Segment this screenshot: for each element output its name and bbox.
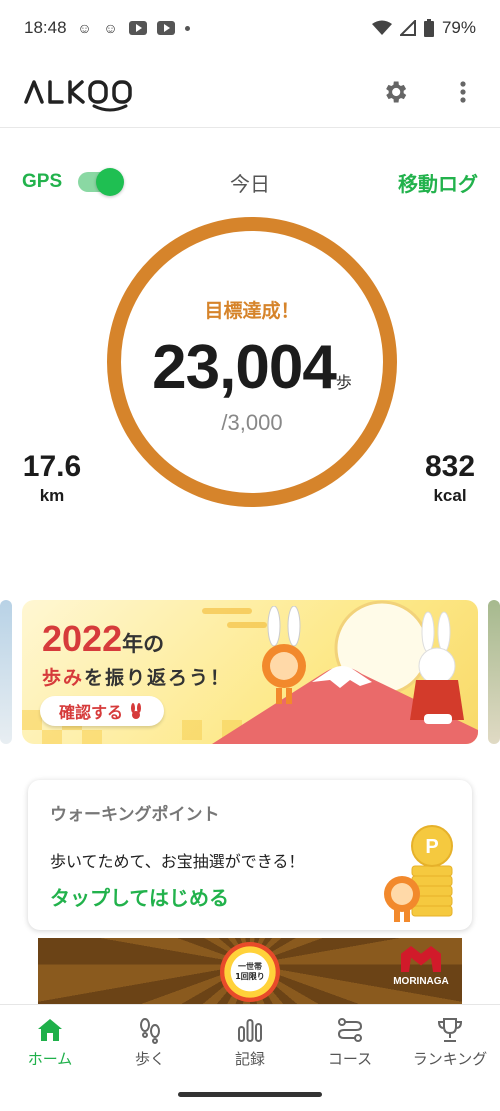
more-vert-icon xyxy=(460,80,466,103)
calories-unit: kcal xyxy=(433,486,467,505)
ad-brand-name: MORINAGA xyxy=(393,976,449,987)
distance-unit: km xyxy=(39,486,65,505)
coin-stack-icon: P xyxy=(384,825,453,922)
distance-stat: 17.6 km xyxy=(20,450,84,506)
gps-toggle-knob xyxy=(96,168,125,196)
app-header xyxy=(0,56,500,128)
bar-chart-icon xyxy=(238,1019,262,1042)
nav-walk-label: 歩く xyxy=(134,1050,165,1068)
banner-subtitle-rest: を振り返ろう！ xyxy=(84,667,232,689)
morinaga-logo-icon xyxy=(401,946,441,972)
app-logo xyxy=(24,79,132,111)
ad-badge-line2: 1回限り xyxy=(235,972,265,981)
carousel-next-banner[interactable] xyxy=(488,600,500,744)
banner-confirm-label: 確認する xyxy=(58,703,123,722)
nav-ranking-label: ランキング xyxy=(412,1050,488,1068)
steps-unit: 歩 xyxy=(335,373,352,392)
wifi-icon xyxy=(371,20,392,35)
status-time: 18:48 xyxy=(24,18,67,37)
nav-records[interactable]: 記録 xyxy=(200,1005,300,1076)
nav-course-label: コース xyxy=(327,1050,373,1068)
battery-icon xyxy=(423,19,434,37)
mascot-bunny-icon xyxy=(262,606,306,704)
banner-year: 2022年の xyxy=(42,618,164,660)
signal-icon xyxy=(399,20,416,36)
bunny-icon xyxy=(131,703,141,719)
move-log-link[interactable]: 移動ログ xyxy=(398,168,478,197)
footprints-icon xyxy=(140,1018,160,1044)
ad-brand-logo: MORINAGA xyxy=(386,946,456,987)
banner-subtitle-highlight: 歩み xyxy=(42,667,85,689)
ad-badge: 一世帯 1回限り xyxy=(220,942,280,1002)
walking-point-start-link[interactable]: タップしてはじめる xyxy=(50,882,229,911)
nav-home-label: ホーム xyxy=(27,1050,73,1068)
steps-value: 23,004 xyxy=(152,333,337,402)
year-review-banner[interactable]: 2022年の 歩みを振り返ろう！ 確認する xyxy=(22,600,478,744)
trophy-icon xyxy=(437,1018,463,1042)
nav-course[interactable]: コース xyxy=(300,1005,400,1076)
notification-app-icon: ☺ xyxy=(77,20,92,36)
banner-subtitle: 歩みを振り返ろう！ xyxy=(42,663,231,690)
carousel-prev-banner[interactable] xyxy=(0,600,12,744)
rabbit-character-icon xyxy=(410,611,464,724)
step-progress-ring: 目標達成！ 23,004歩 /3,000 xyxy=(104,214,400,510)
banner-year-number: 2022 xyxy=(42,618,123,659)
nav-records-label: 記録 xyxy=(234,1050,265,1068)
banner-year-suffix: 年の xyxy=(122,633,165,656)
calories-value: 832 xyxy=(424,450,476,483)
nav-ranking[interactable]: ランキング xyxy=(400,1005,500,1076)
notification-app-icon: ☺ xyxy=(103,20,118,36)
walking-point-description: 歩いてためて、お宝抽選ができる！ xyxy=(50,852,305,871)
more-notifications-icon xyxy=(184,25,190,31)
home-icon xyxy=(38,1019,62,1041)
more-options-button[interactable] xyxy=(448,77,478,107)
steps-display: 23,004歩 xyxy=(104,332,400,403)
ad-badge-line1: 一世帯 xyxy=(238,962,262,971)
gps-toggle[interactable] xyxy=(78,168,125,196)
gear-icon xyxy=(386,81,407,102)
gps-row: 今日 GPS 移動ログ xyxy=(0,162,500,202)
route-icon xyxy=(337,1018,363,1042)
youtube-icon xyxy=(156,21,175,35)
status-bar: 18:48 ☺ ☺ 79% xyxy=(0,0,500,56)
walking-point-card[interactable]: ウォーキングポイント 歩いてためて、お宝抽選ができる！ タップしてはじめる P xyxy=(28,780,472,930)
gps-label: GPS xyxy=(22,171,63,192)
ad-banner[interactable]: 一世帯 1回限り MORINAGA xyxy=(38,938,462,1004)
goal-status: 目標達成！ xyxy=(204,300,300,322)
banner-confirm-button[interactable]: 確認する xyxy=(40,696,164,726)
bottom-nav: ホーム 歩く 記録 コース ランキング xyxy=(0,1004,500,1076)
calories-stat: 832 kcal xyxy=(418,450,482,506)
nav-walk[interactable]: 歩く xyxy=(100,1005,200,1076)
settings-button[interactable] xyxy=(380,77,410,107)
nav-home[interactable]: ホーム xyxy=(0,1005,100,1076)
gesture-bar xyxy=(178,1092,322,1097)
youtube-icon xyxy=(128,21,147,35)
battery-percent: 79% xyxy=(441,18,476,37)
distance-value: 17.6 xyxy=(22,450,82,483)
svg-text:P: P xyxy=(425,836,438,858)
goal-target: /3,000 xyxy=(221,410,283,435)
walking-point-title: ウォーキングポイント xyxy=(50,805,220,825)
